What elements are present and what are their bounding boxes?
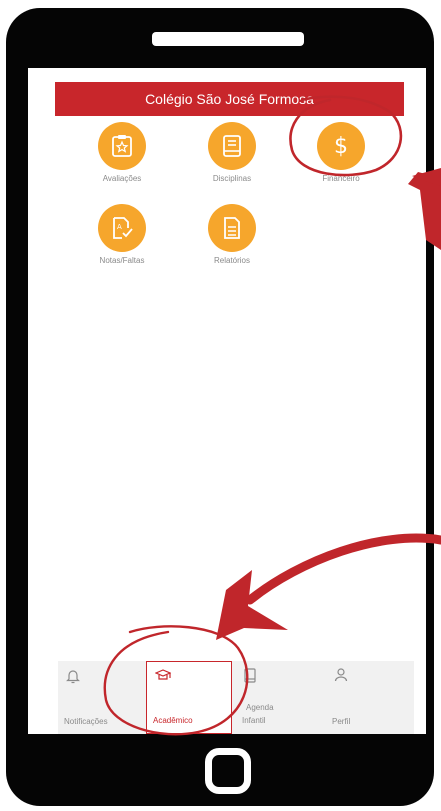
menu-tile-notas-faltas[interactable]: A Notas/Faltas — [82, 204, 162, 265]
menu-tile-relatorios[interactable]: Relatórios — [192, 204, 272, 265]
book-icon — [208, 122, 256, 170]
menu-tile-financeiro[interactable]: $ Financeiro — [301, 122, 381, 183]
dollar-icon: $ — [317, 122, 365, 170]
clipboard-star-icon — [98, 122, 146, 170]
menu-tile-disciplinas[interactable]: Disciplinas — [192, 122, 272, 183]
nav-item-academico[interactable]: Acadêmico — [146, 661, 232, 734]
user-icon — [334, 668, 348, 684]
menu-tile-label: Relatórios — [213, 256, 250, 265]
phone-speaker — [152, 32, 304, 46]
graded-document-icon: A — [98, 204, 146, 252]
menu-tile-avaliacoes[interactable]: Avaliações — [82, 122, 162, 183]
nav-item-perfil[interactable]: Perfil — [326, 661, 414, 734]
nav-item-agenda-infantil[interactable]: Agenda Infantil — [236, 661, 322, 734]
graduation-cap-icon — [154, 669, 172, 685]
home-button[interactable] — [205, 748, 251, 794]
menu-tile-label: Avaliações — [102, 174, 142, 183]
menu-tile-label: Disciplinas — [212, 174, 252, 183]
nav-item-notificacoes[interactable]: Notificações — [58, 661, 144, 734]
app-header-title: Colégio São José Formosa — [55, 82, 404, 116]
svg-text:A: A — [117, 223, 122, 231]
notebook-icon — [244, 668, 256, 686]
app-screen: Colégio São José Formosa Avaliações Disc… — [28, 68, 426, 734]
phone-frame: Colégio São José Formosa Avaliações Disc… — [6, 8, 434, 806]
nav-item-label-line2: Infantil — [242, 716, 266, 725]
bottom-nav-bar: Notificações Acadêmico Agenda Infantil P… — [58, 661, 414, 734]
bell-icon — [66, 668, 80, 686]
nav-item-label: Notificações — [64, 717, 108, 726]
nav-item-label: Perfil — [332, 717, 351, 726]
menu-tile-label: Notas/Faltas — [99, 256, 145, 265]
nav-item-label: Acadêmico — [153, 716, 193, 725]
report-icon — [208, 204, 256, 252]
menu-tile-label: Financeiro — [322, 174, 360, 183]
nav-item-label-block: Agenda Infantil — [242, 701, 274, 727]
nav-item-label: Agenda — [246, 703, 274, 712]
